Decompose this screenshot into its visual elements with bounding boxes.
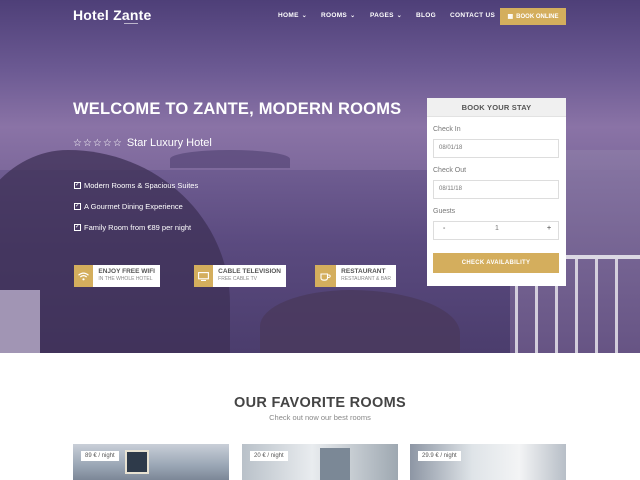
check-square-icon: ✓ <box>74 182 81 189</box>
amenity-cable-tv: CABLE TELEVISION FREE CABLE TV <box>194 265 286 287</box>
feature-text: A Gourmet Dining Experience <box>84 202 183 211</box>
nav-item-home[interactable]: HOME ⌄ <box>278 12 307 19</box>
logo-underline <box>124 23 138 24</box>
check-square-icon: ✓ <box>74 224 81 231</box>
amenity-title: CABLE TELEVISION <box>218 268 281 275</box>
site-logo[interactable]: Hotel Zante <box>73 7 151 23</box>
check-in-label: Check In <box>433 126 461 133</box>
nav-item-contact[interactable]: CONTACT US <box>450 12 495 19</box>
calendar-icon: ▦ <box>507 14 514 20</box>
section-subtitle: Check out now our best rooms <box>269 413 371 422</box>
amenity-title: ENJOY FREE WIFI <box>98 268 155 275</box>
amenity-restaurant: RESTAURANT RESTAURANT & BAR <box>315 265 396 287</box>
feature-text: Modern Rooms & Spacious Suites <box>84 181 199 190</box>
check-availability-button[interactable]: CHECK AVAILABILITY <box>433 253 559 273</box>
feature-item: ✓ A Gourmet Dining Experience <box>74 196 198 217</box>
tv-icon <box>194 265 214 287</box>
increment-button[interactable]: + <box>547 225 551 232</box>
amenity-subtitle: RESTAURANT & BAR <box>341 276 391 282</box>
book-online-label: BOOK ONLINE <box>516 13 559 20</box>
decrement-button[interactable]: - <box>443 225 445 232</box>
nav-item-label: ROOMS <box>321 12 348 19</box>
guests-value[interactable]: 1 <box>495 225 499 232</box>
room-price-badge: 29.9 € / night <box>418 451 461 461</box>
check-out-field[interactable]: 08/11/18 <box>433 180 559 199</box>
nav-item-rooms[interactable]: ROOMS ⌄ <box>321 12 355 19</box>
room-price-badge: 89 € / night <box>81 451 119 461</box>
room-card[interactable]: 29.9 € / night <box>410 444 566 480</box>
check-out-label: Check Out <box>433 167 467 174</box>
feature-item: ✓ Family Room from €89 per night <box>74 217 198 238</box>
hero-title: WELCOME TO ZANTE, MODERN ROOMS <box>73 100 402 118</box>
check-square-icon: ✓ <box>74 203 81 210</box>
nav-item-blog[interactable]: BLOG <box>416 12 436 19</box>
booking-title: BOOK YOUR STAY <box>427 98 566 117</box>
feature-item: ✓ Modern Rooms & Spacious Suites <box>74 175 198 196</box>
wifi-icon <box>74 265 94 287</box>
room-card[interactable]: 89 € / night <box>73 444 229 480</box>
nav-item-label: BLOG <box>416 12 436 19</box>
nav-item-label: HOME <box>278 12 299 19</box>
guests-stepper: - 1 + <box>433 221 559 240</box>
hero-island <box>170 150 290 168</box>
room-image-window <box>320 448 350 480</box>
book-online-button[interactable]: ▦ BOOK ONLINE <box>500 8 566 25</box>
room-card[interactable]: 20 € / night <box>242 444 398 480</box>
chevron-down-icon: ⌄ <box>396 13 403 19</box>
booking-panel: BOOK YOUR STAY Check In 08/01/18 Check O… <box>427 98 566 286</box>
room-price-badge: 20 € / night <box>250 451 288 461</box>
amenity-subtitle: IN THE WHOLE HOTEL <box>98 276 153 282</box>
section-title: OUR FAVORITE ROOMS <box>234 395 406 411</box>
amenity-title: RESTAURANT <box>341 268 386 275</box>
hotel-rating: ☆☆☆☆☆ Star Luxury Hotel <box>73 137 212 149</box>
amenity-wifi: ENJOY FREE WIFI IN THE WHOLE HOTEL <box>74 265 160 287</box>
hero-wall <box>0 290 40 353</box>
nav-item-label: PAGES <box>370 12 394 19</box>
guests-label: Guests <box>433 208 456 215</box>
star-rating-icons: ☆☆☆☆☆ <box>73 137 123 149</box>
coffee-icon <box>315 265 337 287</box>
nav-item-pages[interactable]: PAGES ⌄ <box>370 12 402 19</box>
top-navigation: Hotel Zante HOME ⌄ ROOMS ⌄ PAGES ⌄ BLOG CON… <box>0 0 640 32</box>
chevron-down-icon: ⌄ <box>301 13 308 19</box>
rating-label: Star Luxury Hotel <box>126 137 212 149</box>
nav-item-label: CONTACT US <box>450 12 496 19</box>
room-image-frame <box>125 450 149 474</box>
check-in-field[interactable]: 08/01/18 <box>433 139 559 158</box>
feature-list: ✓ Modern Rooms & Spacious Suites ✓ A Gourm… <box>74 175 198 238</box>
amenity-subtitle: FREE CABLE TV <box>218 276 257 282</box>
feature-text: Family Room from €89 per night <box>84 223 192 232</box>
chevron-down-icon: ⌄ <box>350 13 356 19</box>
